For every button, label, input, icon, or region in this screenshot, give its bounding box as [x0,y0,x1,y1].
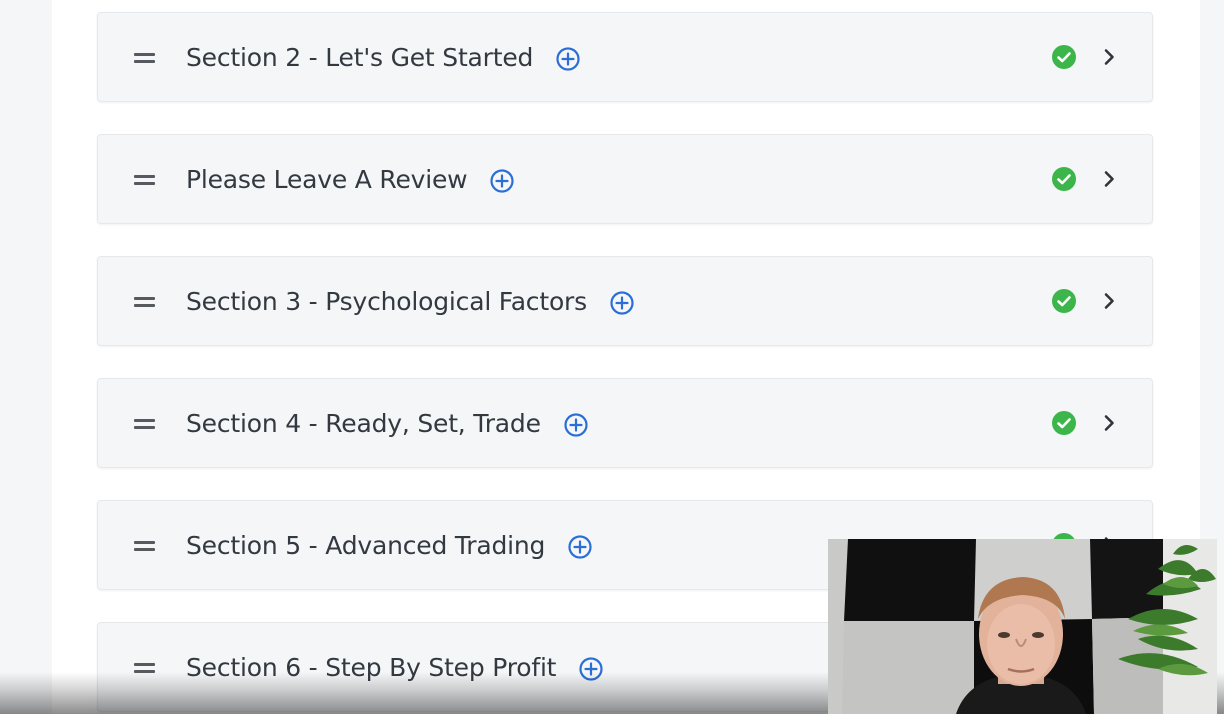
add-circle-icon[interactable] [489,168,515,194]
section-title: Section 2 - Let's Get Started [186,42,534,72]
chevron-right-icon[interactable] [1098,168,1120,190]
webcam-video-frame [828,539,1217,714]
check-circle-icon [1052,45,1076,69]
drag-handle-icon[interactable] [133,135,157,223]
check-circle-icon [1052,411,1076,435]
section-title: Section 4 - Ready, Set, Trade [186,408,541,438]
section-row[interactable]: Please Leave A Review [97,134,1153,224]
section-title-group: Section 2 - Let's Get Started [186,13,581,101]
drag-handle-icon[interactable] [133,379,157,467]
add-circle-icon[interactable] [555,46,581,72]
chevron-right-icon[interactable] [1098,290,1120,312]
check-circle-icon [1052,167,1076,191]
webcam-overlay [828,539,1217,714]
section-row[interactable]: Section 2 - Let's Get Started [97,12,1153,102]
section-title: Section 5 - Advanced Trading [186,530,546,560]
section-title: Section 6 - Step By Step Profit [186,652,557,682]
section-row[interactable]: Section 3 - Psychological Factors [97,256,1153,346]
section-row[interactable]: Section 4 - Ready, Set, Trade [97,378,1153,468]
drag-handle-icon[interactable] [133,13,157,101]
section-title: Please Leave A Review [186,164,468,194]
drag-handle-icon[interactable] [133,623,157,711]
section-title: Section 3 - Psychological Factors [186,286,587,316]
section-title-group: Section 6 - Step By Step Profit [186,623,604,711]
section-title-group: Section 3 - Psychological Factors [186,257,635,345]
add-circle-icon[interactable] [563,412,589,438]
add-circle-icon[interactable] [567,534,593,560]
chevron-right-icon[interactable] [1098,412,1120,434]
drag-handle-icon[interactable] [133,257,157,345]
section-title-group: Please Leave A Review [186,135,515,223]
add-circle-icon[interactable] [578,656,604,682]
section-title-group: Section 4 - Ready, Set, Trade [186,379,589,467]
check-circle-icon [1052,289,1076,313]
chevron-right-icon[interactable] [1098,46,1120,68]
drag-handle-icon[interactable] [133,501,157,589]
add-circle-icon[interactable] [609,290,635,316]
section-title-group: Section 5 - Advanced Trading [186,501,593,589]
